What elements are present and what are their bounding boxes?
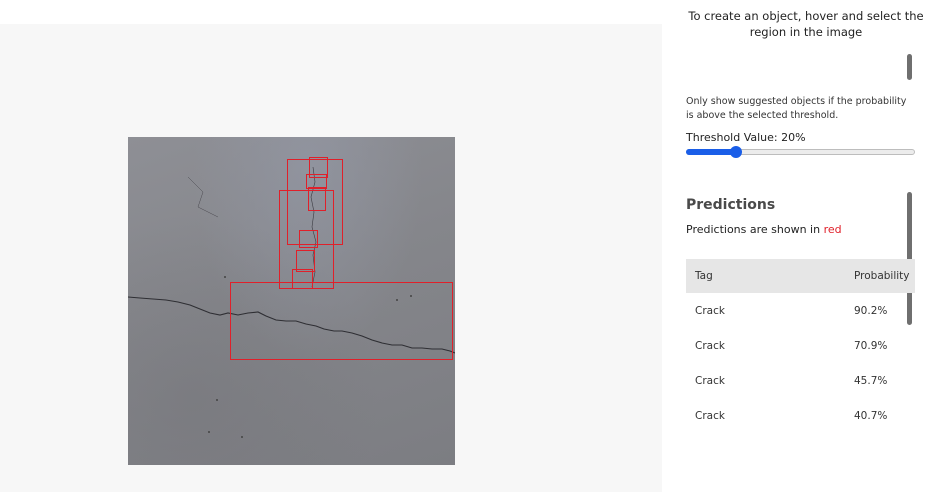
instructions-text: To create an object, hover and select th… bbox=[688, 9, 924, 39]
column-header-probability: Probability bbox=[854, 270, 910, 282]
row-tag: Crack bbox=[695, 374, 725, 387]
row-probability: 45.7% bbox=[854, 374, 888, 387]
image-canvas-area[interactable] bbox=[0, 24, 662, 492]
prediction-box[interactable] bbox=[308, 187, 326, 211]
threshold-note: Only show suggested objects if the proba… bbox=[686, 96, 907, 121]
table-header: Tag Probability bbox=[686, 259, 915, 293]
column-header-tag: Tag bbox=[695, 270, 713, 282]
slider-handle[interactable] bbox=[730, 146, 742, 158]
row-probability: 40.7% bbox=[854, 409, 888, 422]
side-panel: To create an object, hover and select th… bbox=[662, 0, 945, 492]
predictions-subtitle-prefix: Predictions are shown in bbox=[686, 223, 824, 236]
row-tag: Crack bbox=[695, 409, 725, 422]
threshold-label: Threshold Value: 20% bbox=[686, 131, 806, 144]
surface-speck bbox=[208, 431, 210, 433]
surface-speck bbox=[216, 399, 218, 401]
table-row[interactable]: Crack 90.2% bbox=[686, 293, 915, 328]
threshold-slider[interactable] bbox=[686, 146, 916, 158]
object-detection-app: To create an object, hover and select th… bbox=[0, 0, 945, 492]
prediction-box[interactable] bbox=[230, 282, 453, 360]
row-tag: Crack bbox=[695, 304, 725, 317]
predictions-table: Tag Probability Crack 90.2% Crack 70.9% … bbox=[686, 259, 915, 433]
predictions-subtitle: Predictions are shown in red bbox=[686, 223, 842, 236]
row-tag: Crack bbox=[695, 339, 725, 352]
table-row[interactable]: Crack 40.7% bbox=[686, 398, 915, 433]
table-row[interactable]: Crack 70.9% bbox=[686, 328, 915, 363]
row-probability: 70.9% bbox=[854, 339, 888, 352]
surface-speck bbox=[224, 276, 226, 278]
top-scrollbar-thumb[interactable] bbox=[907, 54, 912, 80]
table-row[interactable]: Crack 45.7% bbox=[686, 363, 915, 398]
predictions-subtitle-highlight: red bbox=[823, 223, 842, 236]
predictions-heading: Predictions bbox=[686, 197, 776, 213]
prediction-box[interactable] bbox=[299, 230, 318, 248]
prediction-box[interactable] bbox=[292, 269, 313, 289]
slider-fill bbox=[686, 149, 736, 155]
surface-speck bbox=[241, 436, 243, 438]
row-probability: 90.2% bbox=[854, 304, 888, 317]
